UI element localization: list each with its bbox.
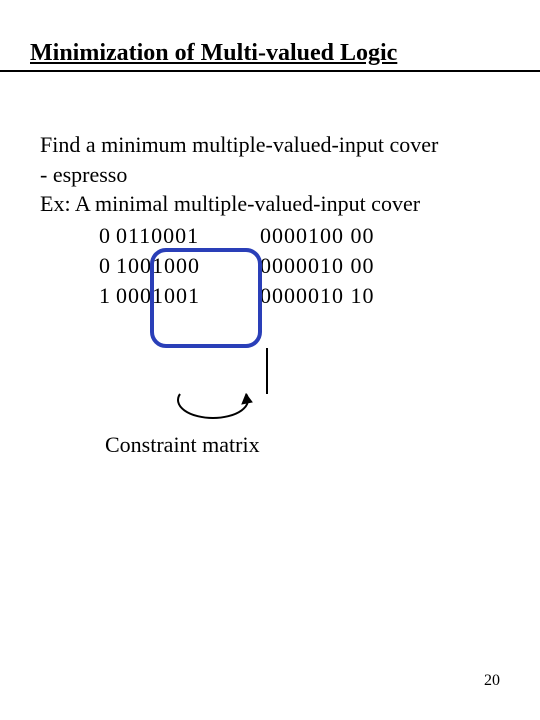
slide-title: Minimization of Multi-valued Logic bbox=[30, 40, 510, 71]
title-underline bbox=[0, 70, 540, 72]
body-line: - espresso bbox=[40, 160, 500, 190]
loop-arrow-icon bbox=[170, 386, 260, 426]
body-line: Find a minimum multiple-valued-input cov… bbox=[40, 130, 500, 160]
body-line: Ex: A minimal multiple-valued-input cove… bbox=[40, 189, 500, 219]
col-c: 0000100 00 bbox=[260, 221, 420, 251]
table-row: 0 1001000 0000010 00 bbox=[40, 251, 500, 281]
col-a: 0 bbox=[40, 251, 116, 281]
cover-table: 0 0110001 0000100 00 0 1001000 0000010 0… bbox=[40, 221, 500, 311]
body: Find a minimum multiple-valued-input cov… bbox=[40, 130, 500, 311]
col-a: 0 bbox=[40, 221, 116, 251]
connector-line bbox=[266, 348, 268, 394]
col-c: 0000010 00 bbox=[260, 251, 420, 281]
page-number: 20 bbox=[484, 672, 500, 690]
title-area: Minimization of Multi-valued Logic bbox=[30, 40, 510, 71]
table-row: 1 0001001 0000010 10 bbox=[40, 281, 500, 311]
col-a: 1 bbox=[40, 281, 116, 311]
highlight-box bbox=[150, 248, 262, 348]
constraint-label: Constraint matrix bbox=[105, 430, 260, 460]
col-c: 0000010 10 bbox=[260, 281, 420, 311]
table-row: 0 0110001 0000100 00 bbox=[40, 221, 500, 251]
col-b: 0110001 bbox=[116, 221, 226, 251]
slide: Minimization of Multi-valued Logic Find … bbox=[0, 0, 540, 720]
